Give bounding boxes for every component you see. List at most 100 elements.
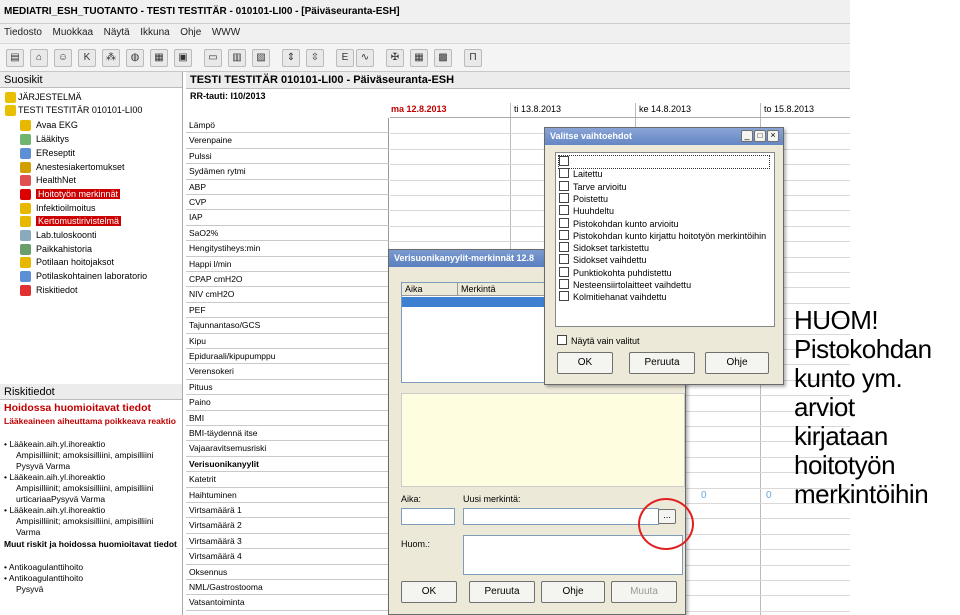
option-checkbox[interactable]: Pistokohdan kunto arvioitu <box>559 218 679 230</box>
vital-row[interactable]: Sydämen rytmi <box>186 164 389 180</box>
vital-row[interactable]: Pituus <box>186 379 389 396</box>
column-icon[interactable]: Π <box>464 49 482 67</box>
vital-row[interactable]: Verensokeri <box>186 364 389 380</box>
help-button[interactable]: Ohje <box>705 352 769 374</box>
option-checkbox[interactable]: Tarve arvioitu <box>559 181 627 193</box>
close-icon[interactable]: × <box>767 130 779 142</box>
home-icon[interactable]: ⌂ <box>30 49 48 67</box>
col-merkinta-header[interactable]: Merkintä <box>461 284 496 294</box>
spreadsheet-icon[interactable]: ▩ <box>434 49 452 67</box>
vital-row[interactable]: Paino <box>186 395 389 411</box>
vital-row[interactable]: BMI-täydennä itse <box>186 426 389 442</box>
fav-avaa-ekg[interactable]: Avaa EKG <box>20 119 78 132</box>
date-col-1[interactable]: ma 12.8.2013 <box>391 104 447 114</box>
option-checkbox[interactable]: Punktiokohta puhdistettu <box>559 267 672 279</box>
fav-infektio[interactable]: Infektioilmoitus <box>20 202 96 215</box>
vital-row[interactable]: NIV cmH2O <box>186 287 389 303</box>
vertical-arrows-icon[interactable]: ⇕ <box>282 49 300 67</box>
fav-ereseptit[interactable]: EReseptit <box>20 147 75 160</box>
option-checkbox[interactable]: Pistokohdan kunto kirjattu hoitotyön mer… <box>559 230 766 242</box>
vital-row[interactable]: Oksennus <box>186 564 389 580</box>
vital-row[interactable]: Verenpaine <box>186 133 389 149</box>
vital-row[interactable]: Verisuonikanyylit <box>186 456 389 473</box>
only-selected-checkbox[interactable]: Näytä vain valitut <box>557 335 640 347</box>
help-button[interactable]: Ohje <box>541 581 605 603</box>
fav-hoitotyon-merkinnat[interactable]: Hoitotyön merkinnät <box>20 188 121 201</box>
user-card-icon[interactable]: ▣ <box>174 49 192 67</box>
vital-row[interactable]: ABP <box>186 179 389 195</box>
vital-row[interactable]: Virtsamäärä 1 <box>186 503 389 519</box>
vital-row[interactable]: IAP <box>186 210 389 226</box>
cancel-button[interactable]: Peruuta <box>469 581 535 603</box>
fav-riskitiedot[interactable]: Riskitiedot <box>20 284 78 297</box>
menu-www[interactable]: WWW <box>208 24 244 41</box>
vital-row[interactable]: Virtsamäärä 3 <box>186 533 389 550</box>
vital-row[interactable]: Vajaaravitsemusriski <box>186 441 389 457</box>
option-checkbox[interactable] <box>558 155 770 169</box>
fav-laboratorio[interactable]: Potilaskohtainen laboratorio <box>20 270 147 283</box>
vital-row[interactable]: Haihtuminen <box>186 487 389 503</box>
print-icon[interactable]: ▤ <box>6 49 24 67</box>
fav-healthnet[interactable]: HealthNet <box>20 174 76 187</box>
menu-tiedosto[interactable]: Tiedosto <box>0 24 46 41</box>
fav-paikkahistoria[interactable]: Paikkahistoria <box>20 243 92 256</box>
fav-hoitojaksot[interactable]: Potilaan hoitojaksot <box>20 256 114 269</box>
aika-input[interactable] <box>401 508 455 525</box>
date-col-4[interactable]: to 15.8.2013 <box>764 104 814 114</box>
vital-row[interactable]: CPAP cmH2O <box>186 272 389 288</box>
modify-button[interactable]: Muuta <box>611 581 677 603</box>
fav-lab[interactable]: Lab.tuloskoonti <box>20 229 97 242</box>
tools-icon[interactable]: ✠ <box>386 49 404 67</box>
vital-row[interactable]: NML/Gastrostooma <box>186 580 389 596</box>
option-checkbox[interactable]: Nesteensiirtolaitteet vaihdettu <box>559 279 691 291</box>
tree-root[interactable]: JÄRJESTELMÄ <box>5 91 82 104</box>
vital-row[interactable]: Lämpö <box>186 118 389 134</box>
vital-row[interactable]: Virtsamäärä 4 <box>186 549 389 565</box>
vital-row[interactable]: SaO2% <box>186 225 389 242</box>
fav-laakitys[interactable]: Lääkitys <box>20 133 69 146</box>
ok-button[interactable]: OK <box>557 352 613 374</box>
minimize-icon[interactable]: _ <box>741 130 753 142</box>
col-aika-header[interactable]: Aika <box>405 284 423 294</box>
fav-anestesia[interactable]: Anestesiakertomukset <box>20 161 125 174</box>
vital-row[interactable]: Vatsantoiminta <box>186 595 389 611</box>
vital-row[interactable]: BMI <box>186 410 389 426</box>
building-icon[interactable]: ▦ <box>150 49 168 67</box>
vital-row[interactable]: CVP <box>186 195 389 211</box>
menu-ikkuna[interactable]: Ikkuna <box>136 24 173 41</box>
globe-icon[interactable]: ◍ <box>126 49 144 67</box>
cancel-button[interactable]: Peruuta <box>629 352 695 374</box>
uusi-merkinta-input[interactable] <box>463 508 659 525</box>
grid-icon[interactable]: ▦ <box>410 49 428 67</box>
date-col-2[interactable]: ti 13.8.2013 <box>514 104 561 114</box>
e-icon[interactable]: E <box>336 49 354 67</box>
ok-button[interactable]: OK <box>401 581 457 603</box>
option-checkbox[interactable]: Sidokset vaihdettu <box>559 254 647 266</box>
folder-icon[interactable]: ▭ <box>204 49 222 67</box>
option-checkbox[interactable]: Sidokset tarkistettu <box>559 242 649 254</box>
vital-row[interactable]: Pulssi <box>186 148 389 165</box>
wave-icon[interactable]: ∿ <box>356 49 374 67</box>
menu-nayta[interactable]: Näytä <box>100 24 134 41</box>
fav-kertomus[interactable]: Kertomustirivistelmä <box>20 215 122 228</box>
vital-row[interactable]: Epiduraali/kipupumppu <box>186 349 389 365</box>
vital-row[interactable]: Happi l/min <box>186 256 389 272</box>
k-icon[interactable]: K <box>78 49 96 67</box>
option-checkbox[interactable]: Laitettu <box>559 168 603 180</box>
vertical-arrows-2-icon[interactable]: ⇳ <box>306 49 324 67</box>
menu-ohje[interactable]: Ohje <box>176 24 205 41</box>
vital-row[interactable]: PEF <box>186 302 389 319</box>
option-checkbox[interactable]: Huuhdeltu <box>559 205 614 217</box>
date-col-3[interactable]: ke 14.8.2013 <box>639 104 691 114</box>
calendar-icon[interactable]: ▥ <box>228 49 246 67</box>
folder-gear-icon[interactable]: ▨ <box>252 49 270 67</box>
menu-muokkaa[interactable]: Muokkaa <box>49 24 98 41</box>
tree-patient[interactable]: TESTI TESTITÄR 010101-LI00 <box>5 104 142 117</box>
option-checkbox[interactable]: Poistettu <box>559 193 608 205</box>
vital-row[interactable]: Tajunnantaso/GCS <box>186 318 389 334</box>
option-checkbox[interactable]: Kolmitiehanat vaihdettu <box>559 291 667 303</box>
network-icon[interactable]: ⁂ <box>102 49 120 67</box>
vital-row[interactable]: Virtsamäärä 2 <box>186 518 389 534</box>
maximize-icon[interactable]: □ <box>754 130 766 142</box>
vital-row[interactable]: Hengitystiheys:min <box>186 241 389 257</box>
